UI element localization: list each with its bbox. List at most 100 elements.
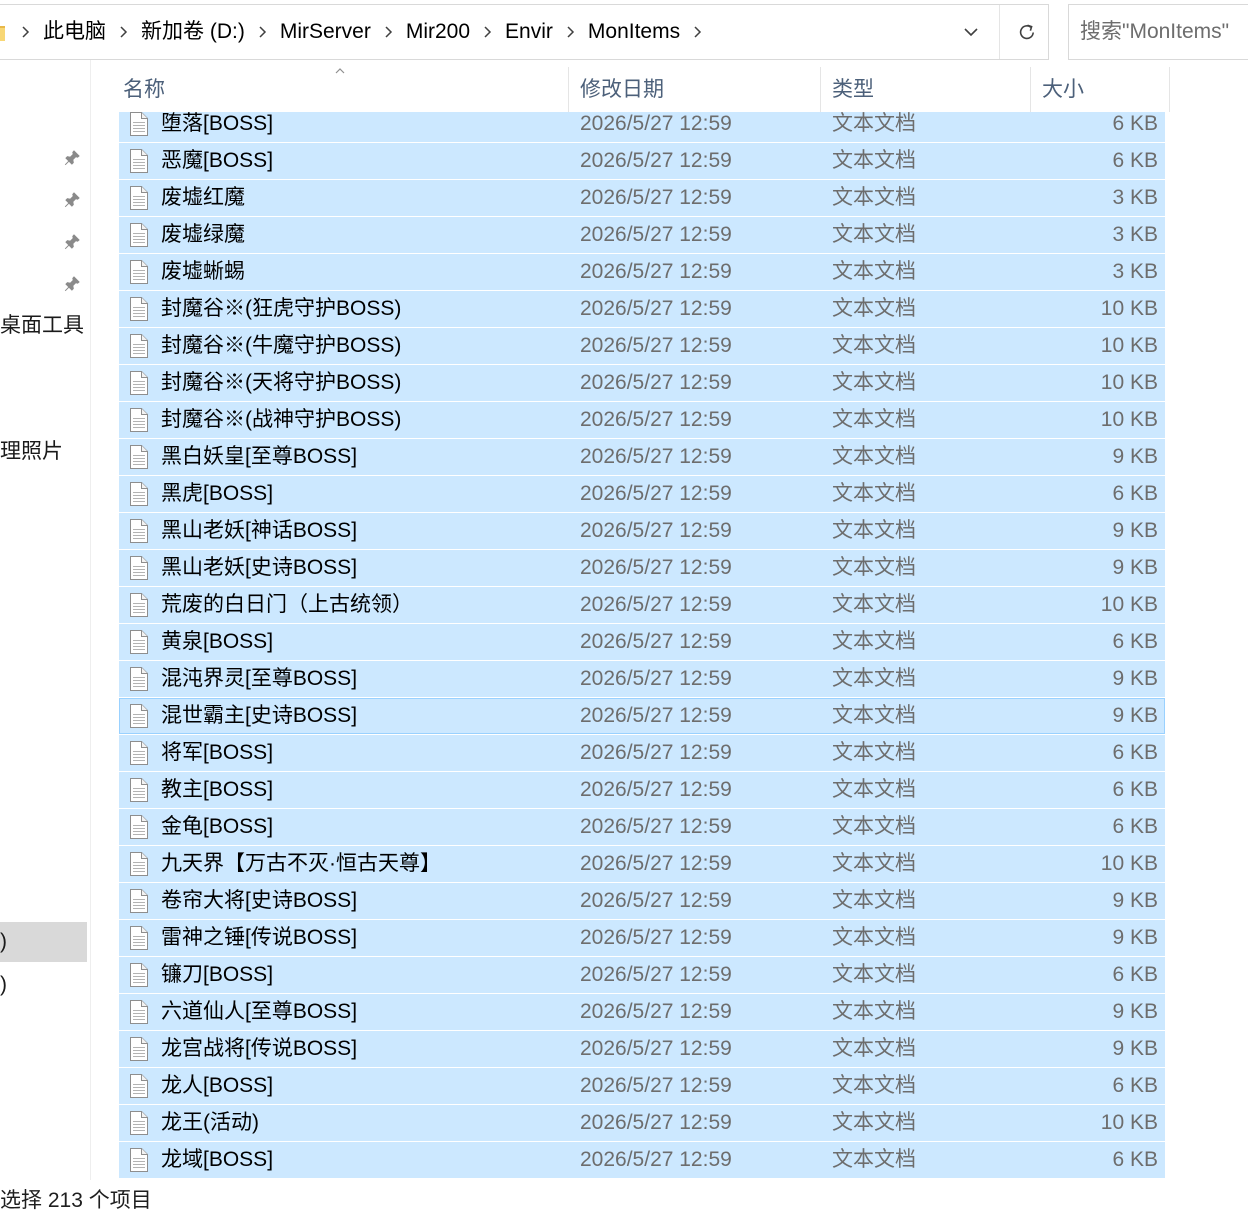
chevron-right-icon[interactable] (565, 25, 575, 39)
breadcrumb-item[interactable]: 此电脑 (34, 5, 114, 59)
file-row[interactable]: 金龟[BOSS] 2026/5/27 12:59 文本文档 6 KB (119, 809, 1165, 845)
file-size: 6 KB (1112, 963, 1158, 986)
breadcrumb-item[interactable]: Mir200 (397, 5, 478, 59)
file-name: 龙宫战将[传说BOSS] (161, 1037, 358, 1060)
file-modified-date: 2026/5/27 12:59 (580, 371, 732, 394)
text-file-icon (130, 1037, 148, 1061)
file-row[interactable]: 九天界【万古不灭·恒古天尊】 2026/5/27 12:59 文本文档 10 K… (119, 846, 1165, 882)
file-row[interactable]: 封魔谷※(牛魔守护BOSS) 2026/5/27 12:59 文本文档 10 K… (119, 328, 1165, 364)
breadcrumb-item[interactable]: 新加卷 (D:) (132, 5, 253, 59)
file-type: 文本文档 (832, 1111, 916, 1134)
file-type: 文本文档 (832, 889, 916, 912)
file-name: 恶魔[BOSS] (161, 149, 274, 172)
file-row[interactable]: 龙域[BOSS] 2026/5/27 12:59 文本文档 6 KB (119, 1142, 1165, 1178)
breadcrumb-separator[interactable] (16, 5, 34, 59)
file-row[interactable]: 黑山老妖[神话BOSS] 2026/5/27 12:59 文本文档 9 KB (119, 513, 1165, 549)
breadcrumb-separator[interactable] (688, 5, 706, 59)
file-name: 将军[BOSS] (161, 741, 274, 764)
text-file-icon (130, 963, 148, 987)
file-size: 10 KB (1100, 852, 1158, 875)
file-row[interactable]: 卷帘大将[史诗BOSS] 2026/5/27 12:59 文本文档 9 KB (119, 883, 1165, 919)
column-header-type[interactable]: 类型 (821, 67, 1031, 112)
search-input[interactable] (1080, 5, 1248, 59)
text-file-icon (130, 408, 148, 432)
text-file-icon (130, 926, 148, 950)
nav-item[interactable]: 桌面工具 (0, 306, 87, 346)
breadcrumb-item[interactable]: MirServer (271, 5, 379, 59)
text-file-icon (130, 445, 148, 469)
file-row[interactable]: 雷神之锤[传说BOSS] 2026/5/27 12:59 文本文档 9 KB (119, 920, 1165, 956)
file-row[interactable]: 镰刀[BOSS] 2026/5/27 12:59 文本文档 6 KB (119, 957, 1165, 993)
breadcrumb-separator[interactable] (478, 5, 496, 59)
file-size: 10 KB (1100, 334, 1158, 357)
navigation-pane: 桌面工具 理照片 ) ) (0, 60, 91, 1180)
file-modified-date: 2026/5/27 12:59 (580, 297, 732, 320)
breadcrumb-separator[interactable] (379, 5, 397, 59)
column-header-label: 名称 (123, 78, 165, 101)
column-header-modified[interactable]: 修改日期 (569, 67, 821, 112)
breadcrumb-separator[interactable] (114, 5, 132, 59)
chevron-right-icon[interactable] (20, 25, 30, 39)
nav-item[interactable]: ) (0, 922, 87, 962)
breadcrumb-separator[interactable] (561, 5, 579, 59)
file-modified-date: 2026/5/27 12:59 (580, 223, 732, 246)
chevron-right-icon[interactable] (383, 25, 393, 39)
file-row[interactable]: 废墟蜥蜴 2026/5/27 12:59 文本文档 3 KB (119, 254, 1165, 290)
chevron-right-icon[interactable] (692, 25, 702, 39)
file-row[interactable]: 封魔谷※(战神守护BOSS) 2026/5/27 12:59 文本文档 10 K… (119, 402, 1165, 438)
file-row[interactable]: 黑虎[BOSS] 2026/5/27 12:59 文本文档 6 KB (119, 476, 1165, 512)
nav-item-pinned[interactable] (0, 263, 90, 305)
nav-item-pinned[interactable] (0, 221, 90, 263)
file-size: 9 KB (1112, 704, 1158, 727)
chevron-right-icon[interactable] (482, 25, 492, 39)
file-modified-date: 2026/5/27 12:59 (580, 630, 732, 653)
file-type: 文本文档 (832, 593, 916, 616)
column-header-size[interactable]: 大小 (1031, 67, 1170, 112)
pin-icon (64, 276, 80, 292)
file-size: 9 KB (1112, 889, 1158, 912)
file-size: 10 KB (1100, 371, 1158, 394)
breadcrumb-separator[interactable] (253, 5, 271, 59)
text-file-icon (130, 815, 148, 839)
file-row[interactable]: 废墟绿魔 2026/5/27 12:59 文本文档 3 KB (119, 217, 1165, 253)
file-type: 文本文档 (832, 1074, 916, 1097)
breadcrumb-item[interactable]: MonItems (579, 5, 688, 59)
file-row[interactable]: 龙宫战将[传说BOSS] 2026/5/27 12:59 文本文档 9 KB (119, 1031, 1165, 1067)
file-type: 文本文档 (832, 297, 916, 320)
chevron-right-icon[interactable] (118, 25, 128, 39)
nav-item[interactable]: 理照片 (0, 432, 87, 472)
text-file-icon (130, 149, 148, 173)
nav-item-pinned[interactable] (0, 179, 90, 221)
file-row[interactable]: 封魔谷※(天将守护BOSS) 2026/5/27 12:59 文本文档 10 K… (119, 365, 1165, 401)
file-row[interactable]: 六道仙人[至尊BOSS] 2026/5/27 12:59 文本文档 9 KB (119, 994, 1165, 1030)
refresh-icon[interactable] (1017, 22, 1037, 42)
file-size: 9 KB (1112, 556, 1158, 579)
file-row[interactable]: 荒废的白日门（上古统领） 2026/5/27 12:59 文本文档 10 KB (119, 587, 1165, 623)
file-name: 黑虎[BOSS] (161, 482, 274, 505)
nav-item[interactable]: ) (0, 965, 87, 1005)
file-row[interactable]: 龙人[BOSS] 2026/5/27 12:59 文本文档 6 KB (119, 1068, 1165, 1104)
address-bar[interactable]: 此电脑 新加卷 (D:) MirServer Mir200 Envir MonItems (0, 4, 1049, 60)
file-type: 文本文档 (832, 741, 916, 764)
column-header: 名称 修改日期 类型 大小 (112, 67, 1170, 112)
column-header-name[interactable]: 名称 (112, 67, 569, 112)
file-row[interactable]: 教主[BOSS] 2026/5/27 12:59 文本文档 6 KB (119, 772, 1165, 808)
file-size: 6 KB (1112, 815, 1158, 838)
chevron-down-icon[interactable] (962, 26, 980, 38)
file-row[interactable]: 混世霸主[史诗BOSS] 2026/5/27 12:59 文本文档 9 KB (119, 698, 1165, 734)
chevron-right-icon[interactable] (257, 25, 267, 39)
file-row[interactable]: 将军[BOSS] 2026/5/27 12:59 文本文档 6 KB (119, 735, 1165, 771)
file-row[interactable]: 废墟红魔 2026/5/27 12:59 文本文档 3 KB (119, 180, 1165, 216)
file-type: 文本文档 (832, 630, 916, 653)
file-row[interactable]: 混沌界灵[至尊BOSS] 2026/5/27 12:59 文本文档 9 KB (119, 661, 1165, 697)
file-row[interactable]: 封魔谷※(狂虎守护BOSS) 2026/5/27 12:59 文本文档 10 K… (119, 291, 1165, 327)
file-row[interactable]: 龙王(活动) 2026/5/27 12:59 文本文档 10 KB (119, 1105, 1165, 1141)
nav-item-pinned[interactable] (0, 137, 90, 179)
file-row[interactable]: 堕落[BOSS] 2026/5/27 12:59 文本文档 6 KB (119, 112, 1165, 142)
text-file-icon (130, 852, 148, 876)
file-row[interactable]: 恶魔[BOSS] 2026/5/27 12:59 文本文档 6 KB (119, 143, 1165, 179)
file-row[interactable]: 黄泉[BOSS] 2026/5/27 12:59 文本文档 6 KB (119, 624, 1165, 660)
file-row[interactable]: 黑白妖皇[至尊BOSS] 2026/5/27 12:59 文本文档 9 KB (119, 439, 1165, 475)
breadcrumb-item[interactable]: Envir (496, 5, 561, 59)
file-row[interactable]: 黑山老妖[史诗BOSS] 2026/5/27 12:59 文本文档 9 KB (119, 550, 1165, 586)
